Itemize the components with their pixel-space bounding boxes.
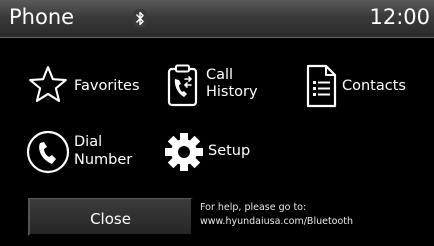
- favorites-button[interactable]: Favorites: [22, 62, 150, 108]
- contacts-button[interactable]: Contacts: [302, 64, 420, 110]
- call-history-label-line1: Call: [206, 67, 234, 83]
- bluetooth-icon: [133, 9, 147, 28]
- contacts-book-icon: [306, 64, 337, 108]
- favorites-label: Favorites: [74, 78, 140, 94]
- gear-icon: [165, 133, 203, 171]
- dial-number-label-line2: Number: [74, 152, 133, 168]
- setup-button[interactable]: Setup: [162, 130, 272, 174]
- call-history-icon: [167, 64, 198, 107]
- dial-number-button[interactable]: Dial Number: [22, 128, 152, 176]
- help-text: For help, please go to: www.hyundaiusa.c…: [200, 201, 353, 229]
- clock: 12:00: [369, 5, 430, 29]
- handset-icon: [26, 130, 70, 174]
- star-icon: [29, 66, 67, 103]
- header-bar: Phone 12:00: [0, 0, 434, 38]
- screen-title: Phone: [9, 5, 75, 29]
- call-history-label-line2: History: [206, 84, 258, 100]
- close-button[interactable]: Close: [28, 198, 193, 236]
- setup-label: Setup: [208, 143, 251, 159]
- phone-screen: Phone 12:00 Favorites Call History Conta…: [0, 0, 434, 246]
- call-history-button[interactable]: Call History: [163, 64, 273, 110]
- help-text-line1: For help, please go to:: [200, 202, 307, 213]
- dial-number-label-line1: Dial: [74, 134, 103, 150]
- contacts-label: Contacts: [342, 78, 406, 94]
- help-text-url: www.hyundaiusa.com/Bluetooth: [200, 216, 354, 227]
